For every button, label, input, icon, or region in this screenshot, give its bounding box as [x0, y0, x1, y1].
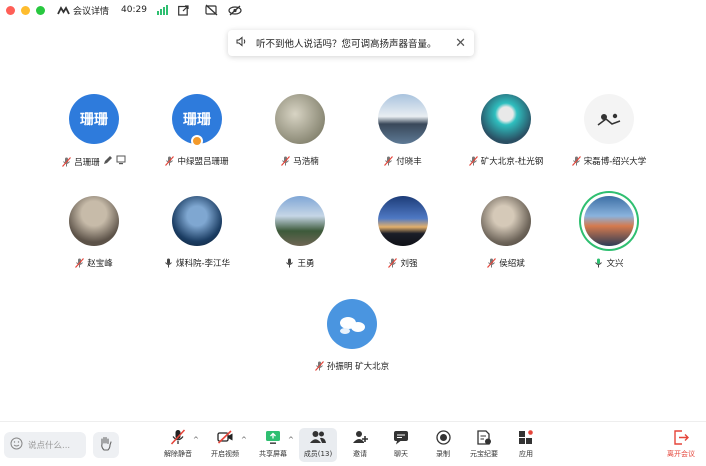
participant-tile[interactable]: 文兴 [557, 196, 661, 276]
participant-tile[interactable]: 宋磊博-绍兴大学 [557, 94, 661, 174]
invite-button[interactable]: 邀请 [342, 428, 378, 462]
emoji-icon[interactable] [10, 437, 23, 453]
apps-button[interactable]: 应用 [508, 428, 544, 462]
avatar [69, 196, 119, 246]
muted-mic-icon [169, 428, 187, 446]
participant-name: 孙振明 矿大北京 [326, 362, 390, 372]
chat-label: 聊天 [394, 450, 408, 458]
video-off-icon [216, 428, 234, 446]
leave-meeting-button[interactable]: 离开会议 [662, 428, 700, 462]
ai-minutes-icon [475, 428, 493, 446]
notice-text: 听不到他人说话吗？您可调高扬声器音量。 [256, 39, 437, 50]
avatar: 珊珊 [172, 94, 222, 147]
share-screen-icon [264, 428, 282, 446]
muted-mic-icon [388, 258, 398, 268]
chat-button[interactable]: 聊天 [383, 428, 419, 462]
avatar: 珊珊 [69, 94, 119, 144]
participant-name: 文兴 [606, 259, 624, 269]
avatar [584, 196, 634, 246]
avatar [378, 94, 428, 144]
participant-name: 付晓丰 [396, 157, 422, 167]
speaking-mic-icon [594, 258, 603, 268]
chat-icon [392, 428, 410, 446]
participant-name: 赵宝峰 [87, 259, 113, 269]
mic-icon [285, 258, 294, 268]
raise-hand-icon [99, 436, 113, 455]
participant-tile[interactable]: 矿大北京-杜光钢 [454, 94, 558, 174]
avatar [172, 196, 222, 246]
participant-name: 宋磊博-绍兴大学 [583, 157, 647, 167]
muted-mic-icon [75, 258, 85, 268]
participant-name: 吕珊珊 [74, 157, 100, 168]
muted-mic-icon [384, 156, 394, 166]
participant-grid: 珊珊 吕珊珊 珊珊 中绿盟吕珊珊 马浩楠 付晓丰 矿大北京-杜光钢 宋磊博-绍兴… [0, 0, 706, 420]
say-placeholder: 说点什么... [28, 441, 71, 451]
avatar [584, 94, 634, 144]
members-label: 成员(13) [303, 450, 333, 458]
invite-label: 邀请 [353, 450, 367, 458]
members-icon [309, 428, 327, 446]
audio-options-chevron-icon[interactable]: ^ [193, 436, 199, 444]
participant-name: 马浩楠 [293, 157, 319, 167]
add-user-icon [351, 428, 369, 446]
participant-tile[interactable]: 煤科院-李江华 [145, 196, 249, 276]
muted-mic-icon [468, 156, 478, 166]
close-icon[interactable]: ✕ [455, 36, 466, 51]
participant-tile[interactable]: 马浩楠 [248, 94, 352, 174]
video-options-chevron-icon[interactable]: ^ [241, 436, 247, 444]
share-screen-label: 共享屏幕 [259, 450, 287, 458]
apps-label: 应用 [519, 450, 533, 458]
raise-hand-button[interactable] [93, 432, 119, 458]
avatar [327, 299, 377, 349]
bottom-toolbar: 说点什么... 解除静音 ^ 开启视频 ^ 共享屏幕 ^ 成员(13) 邀请 聊… [0, 421, 706, 466]
ai-minutes-button[interactable]: 元宝纪要 [466, 428, 502, 462]
record-icon [434, 428, 452, 446]
participant-name: 侯绍斌 [499, 259, 525, 269]
leave-label: 离开会议 [667, 450, 695, 458]
record-button[interactable]: 录制 [425, 428, 461, 462]
participant-tile[interactable]: 刘强 [351, 196, 455, 276]
participant-tile[interactable]: 王勇 [248, 196, 352, 276]
host-badge-icon [191, 135, 203, 147]
muted-mic-icon [571, 156, 581, 166]
participant-tile[interactable]: 侯绍斌 [454, 196, 558, 276]
participant-tile[interactable]: 赵宝峰 [42, 196, 146, 276]
participant-name: 矿大北京-杜光钢 [480, 157, 544, 167]
record-label: 录制 [436, 450, 450, 458]
avatar [275, 196, 325, 246]
annotate-pen-icon [103, 155, 113, 168]
participant-tile[interactable]: 珊珊 吕珊珊 [42, 94, 146, 174]
speaker-icon [236, 36, 248, 50]
participant-name: 煤科院-李江华 [175, 259, 231, 269]
muted-mic-icon [314, 361, 324, 371]
participant-tile[interactable]: 孙振明 矿大北京 [300, 299, 404, 379]
leave-icon [672, 428, 690, 446]
mic-icon [164, 258, 173, 268]
participant-name: 王勇 [297, 259, 315, 269]
start-video-label: 开启视频 [211, 450, 239, 458]
say-something-input[interactable]: 说点什么... [4, 432, 86, 458]
muted-mic-icon [165, 156, 175, 166]
participant-tile[interactable]: 付晓丰 [351, 94, 455, 174]
avatar [275, 94, 325, 144]
share-options-chevron-icon[interactable]: ^ [288, 436, 294, 444]
unmute-button[interactable]: 解除静音 [160, 428, 196, 462]
screen-share-icon [116, 155, 126, 168]
members-button[interactable]: 成员(13) [299, 428, 337, 462]
avatar [481, 94, 531, 144]
avatar [378, 196, 428, 246]
volume-notice: 听不到他人说话吗？您可调高扬声器音量。 ✕ [228, 30, 474, 56]
participant-name: 刘强 [400, 259, 418, 269]
share-screen-button[interactable]: 共享屏幕 [255, 428, 291, 462]
ai-minutes-label: 元宝纪要 [470, 450, 498, 458]
apps-icon [517, 428, 535, 446]
start-video-button[interactable]: 开启视频 [207, 428, 243, 462]
unmute-label: 解除静音 [164, 450, 192, 458]
participant-name: 中绿盟吕珊珊 [177, 157, 229, 167]
muted-mic-icon [281, 156, 291, 166]
avatar [481, 196, 531, 246]
muted-mic-icon [487, 258, 497, 268]
participant-tile[interactable]: 珊珊 中绿盟吕珊珊 [145, 94, 249, 174]
muted-mic-icon [62, 156, 72, 167]
